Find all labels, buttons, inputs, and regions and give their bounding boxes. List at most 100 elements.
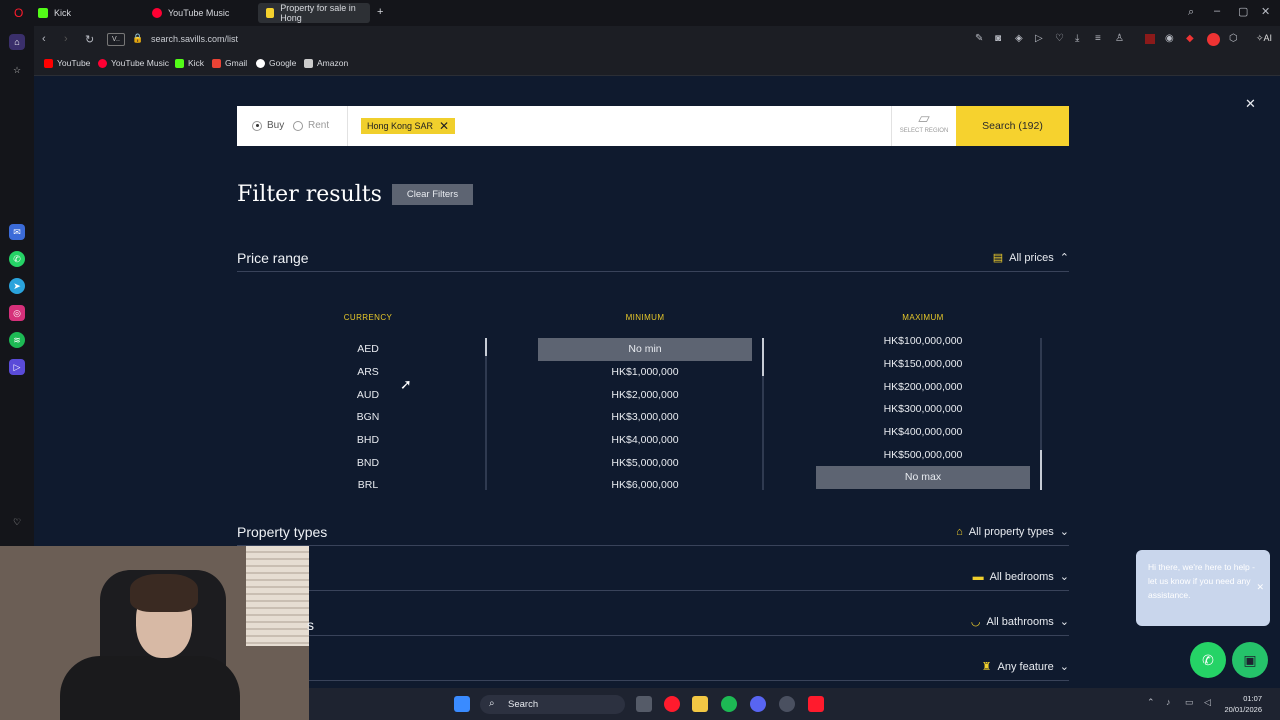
network-icon[interactable]: ▭	[1185, 697, 1194, 708]
tray-chevron-icon[interactable]: ⌃	[1147, 697, 1155, 708]
currency-option[interactable]: AUD	[324, 383, 412, 406]
ai-icon[interactable]: ✧AI	[1256, 33, 1272, 44]
maximum-option[interactable]: HK$300,000,000	[816, 398, 1030, 421]
back-icon[interactable]: ‹	[42, 33, 46, 45]
extension-red-icon[interactable]: ◆	[1186, 33, 1194, 44]
close-window-icon[interactable]: ✕	[1261, 5, 1270, 18]
minimize-icon[interactable]: –	[1214, 5, 1220, 17]
rent-radio[interactable]: Rent	[293, 120, 329, 131]
tab-kick[interactable]: Kick	[30, 3, 142, 23]
bookmark-youtube[interactable]: YouTube	[44, 58, 90, 68]
minimum-option[interactable]: HK$2,000,000	[538, 383, 752, 406]
maximum-option[interactable]: HK$500,000,000	[816, 443, 1030, 466]
home-icon[interactable]: ⌂	[9, 34, 25, 50]
task-view-icon[interactable]	[636, 696, 652, 712]
search-tabs-icon[interactable]: ⌕	[1188, 6, 1194, 19]
menu-icon[interactable]: ≡	[1095, 33, 1101, 44]
messenger-icon[interactable]: ✉	[9, 224, 25, 240]
play-icon[interactable]: ▷	[1035, 33, 1043, 44]
new-tab-icon[interactable]: +	[377, 6, 383, 18]
currency-option[interactable]: AED	[324, 338, 412, 361]
minimum-scrollbar[interactable]	[762, 338, 764, 490]
bookmark-amazon[interactable]: Amazon	[304, 58, 348, 68]
maximum-option[interactable]: HK$100,000,000	[816, 330, 1030, 353]
maximum-option[interactable]: HK$200,000,000	[816, 375, 1030, 398]
extensions-icon[interactable]: ⬡	[1229, 33, 1238, 44]
currency-option[interactable]: BGN	[324, 406, 412, 429]
bookmark-youtube-music[interactable]: YouTube Music	[98, 58, 169, 68]
ublock-icon[interactable]	[1207, 33, 1220, 46]
maximum-option[interactable]: No max	[816, 466, 1030, 489]
opera-icon[interactable]	[664, 696, 680, 712]
tab-youtube-music[interactable]: YouTube Music	[144, 3, 256, 23]
instagram-icon[interactable]: ◎	[9, 305, 25, 321]
minimum-option[interactable]: HK$1,000,000	[538, 361, 752, 384]
vpn-badge[interactable]: V..	[107, 33, 125, 46]
bookmark-gmail[interactable]: Gmail	[212, 58, 247, 68]
close-filters-icon[interactable]: ✕	[1245, 96, 1256, 112]
currency-option[interactable]: BRL	[324, 474, 412, 497]
chat-popup[interactable]: Hi there, we're here to help - let us kn…	[1136, 550, 1270, 626]
reload-icon[interactable]: ↻	[85, 33, 94, 46]
currency-scrollbar[interactable]	[485, 338, 487, 490]
file-explorer-icon[interactable]	[692, 696, 708, 712]
currency-option[interactable]: ARS	[324, 361, 412, 384]
maximum-scroll-thumb[interactable]	[1040, 450, 1042, 490]
spotify-icon[interactable]	[721, 696, 737, 712]
minimum-option[interactable]: HK$5,000,000	[538, 451, 752, 474]
bathrooms-header[interactable]: ◡ All bathrooms ⌄	[237, 610, 1069, 636]
clear-filters-button[interactable]: Clear Filters	[392, 184, 473, 205]
bedrooms-header[interactable]: ▬ All bedrooms ⌄	[237, 565, 1069, 591]
discord-icon[interactable]	[750, 696, 766, 712]
property-types-toggle[interactable]: ⌂ All property types ⌄	[956, 525, 1069, 539]
taskbar-search[interactable]: ⌕ Search	[480, 695, 625, 714]
volume-icon[interactable]: ◁	[1204, 697, 1211, 708]
chat-button[interactable]: ▣	[1232, 642, 1268, 678]
windows-start-icon[interactable]	[454, 696, 470, 712]
tab-savills[interactable]: Property for sale in Hong	[258, 3, 370, 23]
bookmark-kick[interactable]: Kick	[175, 58, 204, 68]
features-header[interactable]: ♜ Any feature ⌄	[237, 655, 1069, 681]
opera-gx-icon[interactable]	[808, 696, 824, 712]
bookmark-google[interactable]: Google	[256, 58, 296, 68]
steam-icon[interactable]	[779, 696, 795, 712]
favorites-icon[interactable]: ♡	[9, 514, 25, 530]
search-button[interactable]: Search (192)	[956, 106, 1069, 146]
microphone-icon[interactable]: ♪	[1166, 697, 1171, 707]
currency-option[interactable]: BHD	[324, 429, 412, 452]
minimum-option[interactable]: HK$6,000,000	[538, 474, 752, 497]
maximum-option[interactable]: HK$150,000,000	[816, 353, 1030, 376]
minimum-list[interactable]: No min HK$1,000,000 HK$2,000,000 HK$3,00…	[538, 338, 752, 497]
heart-icon[interactable]: ♡	[1055, 33, 1064, 44]
profile-icon[interactable]: ♙	[1115, 33, 1124, 44]
currency-option[interactable]: BND	[324, 451, 412, 474]
star-icon[interactable]: ☆	[9, 62, 25, 78]
minimum-option[interactable]: No min	[538, 338, 752, 361]
spotify-icon[interactable]: ≋	[9, 332, 25, 348]
select-region-button[interactable]: ▱ SELECT REGION	[892, 110, 956, 142]
features-toggle[interactable]: ♜ Any feature ⌄	[982, 660, 1069, 674]
remove-chip-icon[interactable]: ✕	[439, 120, 449, 132]
extension-icon[interactable]	[1145, 34, 1155, 44]
bedrooms-toggle[interactable]: ▬ All bedrooms ⌄	[973, 570, 1069, 584]
property-types-header[interactable]: Property types ⌂ All property types ⌄	[237, 520, 1069, 546]
camera-icon[interactable]: ◙	[995, 33, 1001, 44]
price-range-header[interactable]: Price range ▤ All prices ⌃	[237, 246, 1069, 272]
maximum-option[interactable]: HK$400,000,000	[816, 421, 1030, 444]
clock[interactable]: 01:07 20/01/2026	[1224, 693, 1262, 715]
url-field[interactable]: search.savills.com/list	[151, 34, 238, 44]
player-icon[interactable]: ▷	[9, 359, 25, 375]
bathrooms-toggle[interactable]: ◡ All bathrooms ⌄	[971, 615, 1069, 629]
whatsapp-button[interactable]: ✆	[1190, 642, 1226, 678]
whatsapp-icon[interactable]: ✆	[9, 251, 25, 267]
download-icon[interactable]: ⤓	[1075, 33, 1079, 44]
forward-icon[interactable]: ›	[64, 33, 68, 45]
extension-cat-icon[interactable]: ◉	[1165, 33, 1174, 44]
location-chip[interactable]: Hong Kong SAR ✕	[361, 118, 456, 134]
shield-icon[interactable]: ◈	[1015, 33, 1023, 44]
edit-icon[interactable]: ✎	[975, 33, 983, 44]
maximize-icon[interactable]: ▢	[1238, 5, 1248, 18]
maximum-scrollbar[interactable]	[1040, 338, 1042, 490]
opera-logo-icon[interactable]: O	[6, 3, 31, 23]
currency-scroll-thumb[interactable]	[485, 338, 487, 356]
